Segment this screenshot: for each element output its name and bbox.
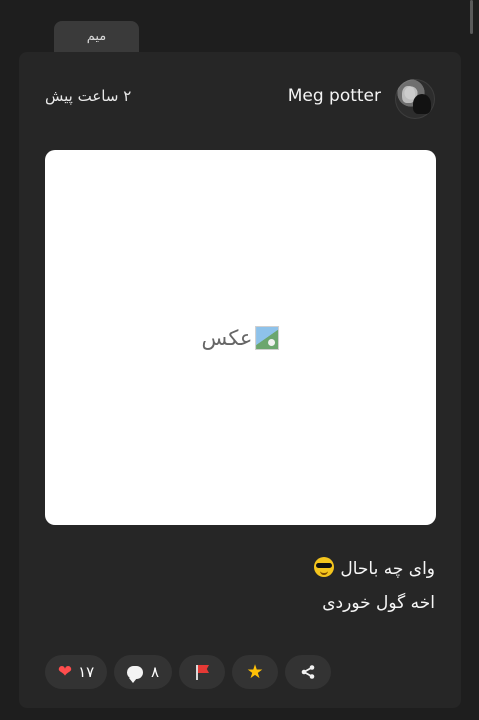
post-card: Meg potter ۲ ساعت پیش عکس وای چه باحال ا…: [19, 52, 461, 708]
comment-count: ۸: [150, 663, 160, 681]
post-caption: وای چه باحال اخه گول خوردی: [105, 552, 435, 620]
favorite-button[interactable]: ★: [232, 655, 278, 689]
caption-text-1: وای چه باحال: [340, 559, 435, 579]
report-button[interactable]: [179, 655, 225, 689]
share-button[interactable]: [285, 655, 331, 689]
post-time: ۲ ساعت پیش: [45, 87, 132, 105]
post-actions: ❤ ۱۷ ۸ ★: [45, 655, 331, 689]
star-icon: ★: [246, 660, 264, 683]
sunglasses-emoji-icon: [314, 557, 335, 577]
share-icon: [301, 665, 315, 679]
category-tab[interactable]: میم: [54, 21, 139, 52]
caption-line-1: وای چه باحال: [105, 552, 435, 586]
scrollbar[interactable]: [470, 0, 473, 34]
flag-icon: [194, 664, 210, 680]
heart-icon: ❤: [57, 661, 73, 682]
broken-image-icon: [255, 325, 280, 350]
like-count: ۱۷: [78, 663, 95, 681]
post-header: Meg potter ۲ ساعت پیش: [19, 74, 461, 120]
post-image[interactable]: عکس: [45, 150, 436, 525]
broken-image: عکس: [201, 325, 280, 350]
username[interactable]: Meg potter: [288, 86, 381, 106]
post-page: میم Meg potter ۲ ساعت پیش عکس وای چه باح…: [0, 0, 479, 720]
avatar[interactable]: [395, 79, 435, 119]
caption-line-2: اخه گول خوردی: [322, 593, 435, 613]
comment-icon: [126, 665, 143, 683]
comment-button[interactable]: ۸: [114, 655, 172, 689]
like-button[interactable]: ❤ ۱۷: [45, 655, 107, 689]
image-alt-text: عکس: [201, 325, 253, 350]
category-label: میم: [86, 29, 107, 44]
